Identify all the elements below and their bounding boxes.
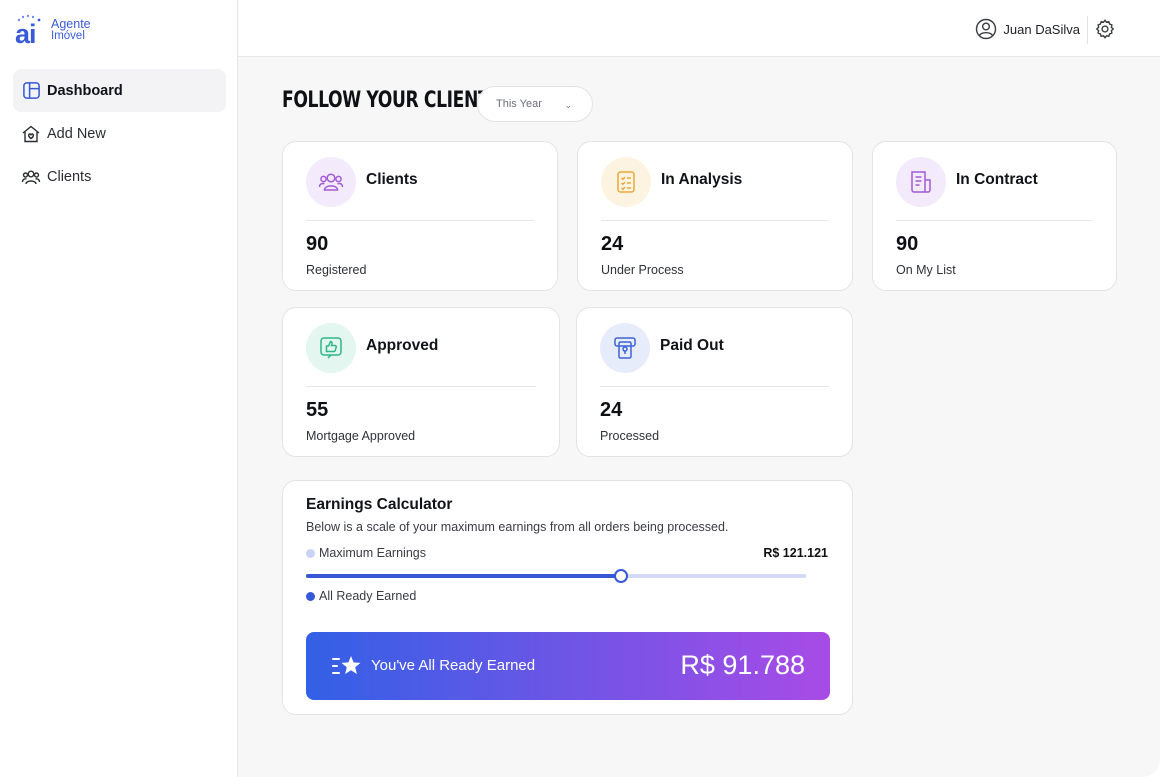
house-heart-icon <box>21 124 41 144</box>
card-value: 55 <box>306 399 329 421</box>
card-divider <box>896 220 1093 221</box>
user-menu[interactable]: Juan DaSilva <box>975 18 1080 40</box>
user-avatar-icon <box>976 18 997 40</box>
card-value: 24 <box>601 233 624 255</box>
thumbs-up-icon <box>306 323 356 373</box>
card-value: 90 <box>306 233 329 255</box>
logo-line1: Agente <box>51 17 91 31</box>
stat-card-paid-out[interactable]: Paid Out 24 Processed <box>576 307 853 457</box>
earned-banner-label: You've All Ready Earned <box>371 657 536 674</box>
earnings-slider[interactable] <box>306 569 806 583</box>
earnings-slider-fill <box>306 574 621 578</box>
earned-banner-value: R$ 91.788 <box>680 650 805 680</box>
card-title: Approved <box>366 337 439 354</box>
period-select[interactable]: This Year ⌄ <box>477 86 593 122</box>
card-subtitle: Processed <box>600 429 660 443</box>
card-subtitle: Under Process <box>601 263 684 277</box>
card-title: Paid Out <box>660 337 724 354</box>
sidebar-nav: Dashboard Add New Clients <box>13 69 226 198</box>
card-divider <box>306 386 536 387</box>
legend-label: Maximum Earnings <box>319 546 426 560</box>
receipt-icon <box>600 323 650 373</box>
card-value: 90 <box>896 233 919 255</box>
sidebar-item-add-new[interactable]: Add New <box>13 112 226 155</box>
layout-icon <box>21 81 41 101</box>
document-icon <box>896 157 946 207</box>
legend-maximum-earnings: Maximum Earnings <box>306 546 426 560</box>
users-icon <box>306 157 356 207</box>
stat-card-in-analysis[interactable]: In Analysis 24 Under Process <box>577 141 853 291</box>
period-select-value: This Year <box>496 98 542 110</box>
sidebar-item-dashboard[interactable]: Dashboard <box>13 69 226 112</box>
card-subtitle: On My List <box>896 263 956 277</box>
users-icon <box>21 167 41 187</box>
topbar: Juan DaSilva <box>238 0 1160 57</box>
page-title: FOLLOW YOUR CLIENTS <box>282 88 502 113</box>
stat-card-in-contract[interactable]: In Contract 90 On My List <box>872 141 1117 291</box>
gear-icon[interactable] <box>1094 18 1116 40</box>
card-subtitle: Mortgage Approved <box>306 429 416 443</box>
card-title: Clients <box>366 171 418 188</box>
app-window: ai Agente Imóvel Dashboard Add New Clien… <box>0 0 1160 777</box>
earned-banner: You've All Ready Earned R$ 91.788 <box>306 632 830 700</box>
sidebar-item-clients[interactable]: Clients <box>13 155 226 198</box>
sidebar-item-label: Add New <box>47 125 106 142</box>
logo-mark-text: ai <box>15 19 37 49</box>
stat-card-approved[interactable]: Approved 55 Mortgage Approved <box>282 307 560 457</box>
card-divider <box>306 220 534 221</box>
logo-line2: Imóvel <box>51 30 85 42</box>
card-divider <box>600 386 829 387</box>
earnings-calculator: Earnings Calculator Below is a scale of … <box>282 480 853 715</box>
card-value: 24 <box>600 399 623 421</box>
earnings-slider-handle[interactable] <box>614 569 628 583</box>
card-divider <box>601 220 829 221</box>
logo[interactable]: ai Agente Imóvel <box>15 14 91 49</box>
chevron-down-icon: ⌄ <box>564 100 572 110</box>
sidebar: ai Agente Imóvel Dashboard Add New Clien… <box>0 0 238 777</box>
card-title: In Contract <box>956 171 1038 188</box>
topbar-divider <box>1087 16 1088 44</box>
maximum-earnings-value: R$ 121.121 <box>763 546 828 560</box>
sidebar-item-label: Dashboard <box>47 82 123 99</box>
earnings-description: Below is a scale of your maximum earning… <box>306 520 729 534</box>
logo-mark: ai <box>15 14 47 49</box>
card-subtitle: Registered <box>306 263 367 277</box>
earnings-title: Earnings Calculator <box>306 496 453 513</box>
legend-dot-max <box>306 548 315 558</box>
legend-label: All Ready Earned <box>319 589 417 603</box>
sidebar-item-label: Clients <box>47 168 92 185</box>
logo-text: Agente Imóvel <box>51 18 91 42</box>
star-list-icon <box>332 656 361 674</box>
checklist-icon <box>601 157 651 207</box>
card-title: In Analysis <box>661 171 743 188</box>
stat-card-clients[interactable]: Clients 90 Registered <box>282 141 558 291</box>
user-name: Juan DaSilva <box>1003 21 1080 37</box>
legend-dot-earned <box>306 591 315 601</box>
legend-all-ready-earned: All Ready Earned <box>306 589 416 603</box>
